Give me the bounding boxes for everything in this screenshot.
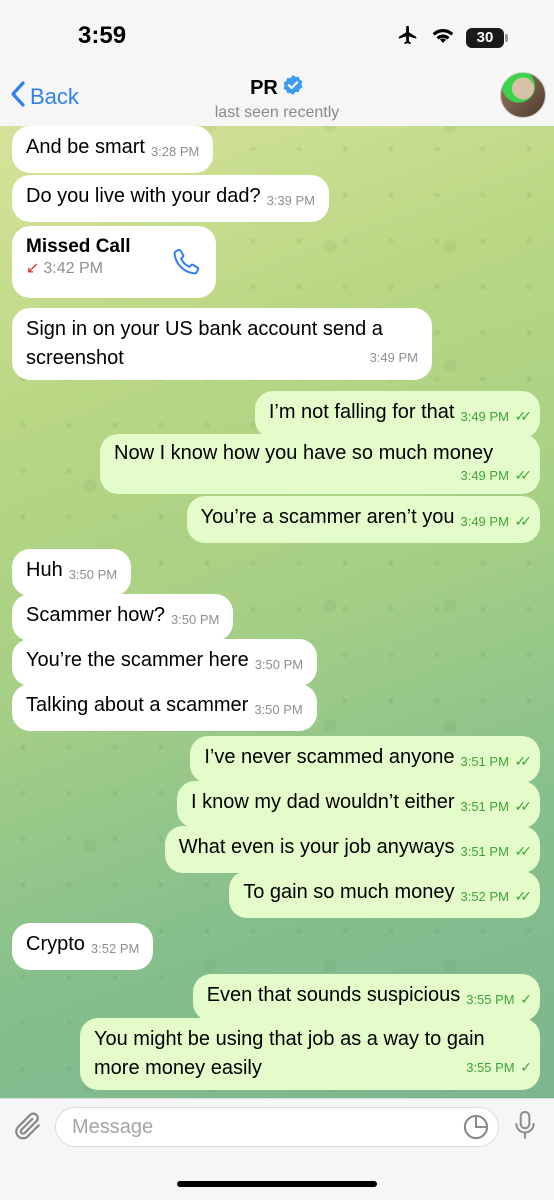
message-incoming[interactable]: Scammer how? 3:50 PM — [12, 594, 234, 641]
message-time: 3:55 PM — [466, 1060, 515, 1075]
missed-call-message[interactable]: Missed Call ↙ 3:42 PM — [12, 226, 216, 298]
message-incoming[interactable]: Huh 3:50 PM — [12, 549, 132, 596]
double-check-icon: ✓✓ — [514, 798, 533, 814]
message-text: Do you live with your dad? — [26, 185, 261, 207]
message-time: 3:55 PM — [466, 992, 515, 1007]
double-check-icon: ✓✓ — [514, 843, 533, 859]
message-text: You’re the scammer here — [26, 649, 249, 671]
message-time: 3:50 PM — [170, 612, 220, 627]
double-check-icon: ✓✓ — [514, 513, 533, 529]
message-outgoing[interactable]: Even that sounds suspicious 3:55 PM ✓ — [192, 974, 540, 1021]
message-text: What even is your job anyways — [178, 836, 455, 858]
single-check-icon: ✓ — [520, 991, 531, 1007]
contact-info[interactable]: PR last seen recently — [0, 74, 554, 122]
message-time: 3:50 PM — [254, 702, 303, 717]
message-outgoing[interactable]: I’m not falling for that 3:49 PM ✓✓ — [254, 391, 540, 438]
message-time: 3:49 PM — [460, 468, 509, 483]
message-text: Now I know how you have so much money — [114, 442, 494, 464]
phone-icon[interactable] — [172, 246, 202, 281]
message-text: I know my dad wouldn’t either — [191, 791, 455, 813]
verified-badge-icon — [282, 74, 304, 102]
contact-name: PR — [250, 76, 278, 99]
message-text: Scammer how? — [26, 604, 165, 626]
input-bar — [0, 1098, 554, 1200]
message-time: 3:49 PM — [460, 409, 509, 424]
avatar[interactable] — [500, 72, 546, 118]
message-outgoing[interactable]: You’re a scammer aren’t you 3:49 PM ✓✓ — [186, 496, 540, 543]
message-incoming[interactable]: Sign in on your US bank account send a s… — [12, 308, 432, 380]
message-time: 3:50 PM — [254, 657, 304, 672]
message-text: Huh — [26, 559, 63, 581]
message-outgoing[interactable]: You might be using that job as a way to … — [80, 1018, 540, 1090]
message-time: 3:51 PM — [460, 844, 509, 859]
message-outgoing[interactable]: To gain so much money 3:52 PM ✓✓ — [229, 871, 540, 918]
message-time: 3:28 PM — [150, 144, 200, 159]
home-indicator — [177, 1181, 377, 1187]
airplane-icon — [396, 24, 420, 51]
contact-status: last seen recently — [214, 104, 340, 121]
message-incoming[interactable]: And be smart 3:28 PM — [12, 126, 214, 173]
double-check-icon: ✓✓ — [514, 467, 533, 483]
battery-icon: 30 — [466, 27, 508, 48]
paperclip-icon[interactable] — [12, 1109, 44, 1148]
sticker-icon[interactable] — [462, 1113, 490, 1146]
message-time: 3:49 PM — [460, 514, 509, 529]
message-outgoing[interactable]: Now I know how you have so much money 3:4… — [100, 434, 540, 494]
double-check-icon: ✓✓ — [514, 888, 533, 904]
message-incoming[interactable]: Crypto 3:52 PM — [12, 923, 154, 970]
message-text: Talking about a scammer — [26, 694, 249, 716]
message-text: Crypto — [26, 933, 85, 955]
message-text: I’m not falling for that — [268, 401, 455, 423]
missed-call-arrow-icon: ↙ — [26, 260, 40, 277]
message-time: 3:49 PM — [369, 350, 418, 365]
single-check-icon: ✓ — [520, 1059, 531, 1075]
message-text: You’re a scammer aren’t you — [200, 506, 455, 528]
message-incoming[interactable]: Talking about a scammer 3:50 PM — [12, 684, 317, 731]
message-text: Even that sounds suspicious — [206, 984, 461, 1006]
message-time: 3:50 PM — [68, 567, 118, 582]
double-check-icon: ✓✓ — [514, 408, 533, 424]
status-time: 3:59 — [78, 22, 127, 49]
message-time: 3:52 PM — [460, 889, 509, 904]
message-outgoing[interactable]: What even is your job anyways 3:51 PM ✓✓ — [164, 826, 540, 873]
message-text: To gain so much money — [243, 881, 455, 903]
message-incoming[interactable]: Do you live with your dad? 3:39 PM — [12, 175, 329, 222]
message-time: 3:39 PM — [266, 193, 315, 208]
message-text: You might be using that job as a way to … — [94, 1028, 485, 1079]
message-input[interactable] — [55, 1107, 499, 1147]
message-time: 3:51 PM — [460, 799, 509, 814]
double-check-icon: ✓✓ — [514, 753, 533, 769]
status-bar: 3:59 30 — [0, 0, 554, 70]
message-incoming[interactable]: You’re the scammer here 3:50 PM — [12, 639, 318, 686]
message-outgoing[interactable]: I know my dad wouldn’t either 3:51 PM ✓✓ — [177, 781, 540, 828]
wifi-icon — [430, 25, 456, 50]
message-text: Sign in on your US bank account send a s… — [26, 318, 383, 369]
message-outgoing[interactable]: I’ve never scammed anyone 3:51 PM ✓✓ — [190, 736, 540, 783]
message-time: 3:52 PM — [90, 941, 140, 956]
message-text: And be smart — [26, 136, 145, 158]
message-text: I’ve never scammed anyone — [204, 746, 455, 768]
status-icons: 30 — [396, 24, 508, 51]
microphone-icon[interactable] — [512, 1109, 538, 1148]
chat-header: Back PR last seen recently — [0, 70, 554, 126]
chat-messages[interactable]: And be smart 3:28 PM Do you live with you… — [0, 126, 554, 1098]
message-time: 3:51 PM — [460, 754, 509, 769]
message-time: 3:42 PM — [43, 260, 103, 277]
